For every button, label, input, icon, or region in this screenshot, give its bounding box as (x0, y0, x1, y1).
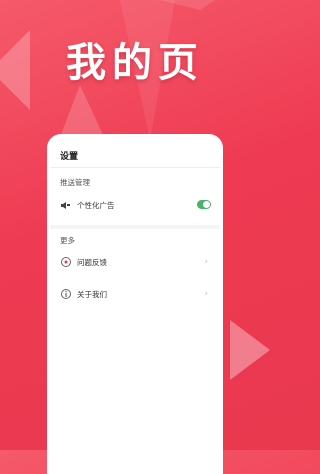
setting-label: 问题反馈 (77, 258, 107, 267)
section-title-push: 推送管理 (60, 178, 90, 187)
setting-label: 关于我们 (77, 290, 107, 299)
megaphone-icon (61, 202, 70, 209)
toggle-knob (203, 201, 210, 208)
setting-label: 个性化广告 (77, 201, 115, 210)
setting-row-feedback[interactable]: 问题反馈 › (50, 252, 220, 274)
chevron-right-icon: › (204, 257, 208, 267)
section-title-more: 更多 (60, 236, 75, 245)
header-divider (50, 167, 220, 168)
info-icon (61, 289, 71, 299)
chevron-right-icon: › (204, 289, 208, 299)
feedback-icon (61, 257, 71, 267)
page-title: 我的页 (66, 40, 204, 86)
settings-panel: 设置 推送管理 个性化广告 更多 问题反馈 › 关于我们 › (47, 134, 223, 474)
setting-row-about[interactable]: 关于我们 › (50, 284, 220, 306)
settings-header: 设置 (60, 152, 79, 162)
section-divider (50, 225, 220, 229)
personalized-ads-toggle[interactable] (197, 200, 211, 209)
setting-row-personalized-ads[interactable]: 个性化广告 (50, 195, 220, 217)
